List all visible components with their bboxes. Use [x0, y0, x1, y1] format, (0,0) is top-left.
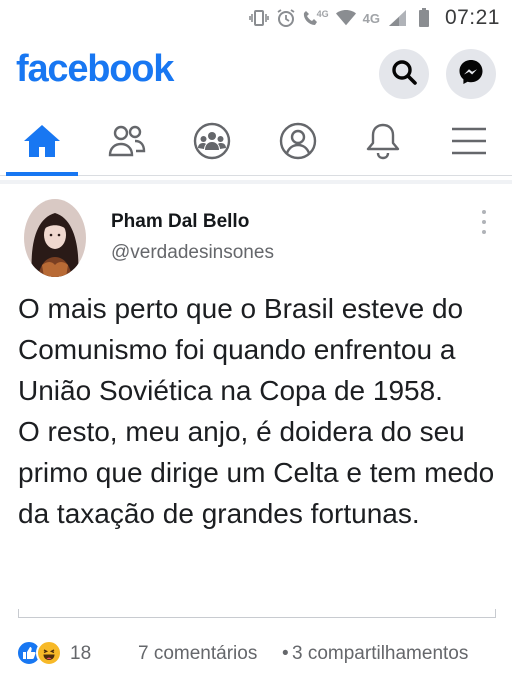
tab-menu[interactable] [433, 112, 505, 174]
post-card: Pham Dal Bello @verdadesinsones O mais p… [0, 184, 512, 624]
post-text: O mais perto que o Brasil esteve do Comu… [18, 288, 498, 534]
status-bar: 4G 4G 07:21 [0, 0, 512, 34]
tab-friends[interactable] [91, 112, 163, 174]
facebook-logo[interactable]: facebook [16, 48, 174, 91]
network-type-label-2: 4G [362, 10, 380, 26]
wifi-icon [335, 8, 356, 28]
notifications-icon [365, 121, 401, 166]
tweet-bottom-border [18, 609, 496, 618]
alarm-icon [276, 8, 296, 28]
groups-icon [192, 121, 232, 166]
haha-icon [36, 640, 62, 666]
footer-separator: • [282, 643, 289, 664]
post-footer: 18 7 comentários • 3 compartilhamentos [0, 636, 512, 672]
messenger-button[interactable] [446, 49, 496, 99]
search-button[interactable] [379, 49, 429, 99]
search-icon [391, 59, 417, 90]
reaction-count[interactable]: 18 [70, 643, 91, 665]
network-type-label: 4G [316, 9, 329, 19]
shares-count[interactable]: 3 compartilhamentos [292, 643, 468, 665]
tab-home[interactable] [6, 112, 78, 176]
tab-groups[interactable] [176, 112, 248, 174]
author-handle[interactable]: @verdadesinsones [111, 242, 274, 264]
main-nav [0, 112, 512, 176]
status-icons: 4G 4G 07:21 [248, 6, 500, 30]
avatar[interactable] [24, 199, 86, 277]
app-header: facebook [0, 42, 512, 102]
tab-profile[interactable] [262, 112, 334, 174]
vibrate-icon [248, 8, 269, 28]
profile-icon [278, 121, 318, 166]
volte-call-icon: 4G [303, 8, 329, 28]
home-icon [22, 123, 62, 164]
menu-icon [450, 126, 488, 161]
signal-icon [387, 8, 407, 28]
friends-icon [107, 123, 147, 164]
tab-notifications[interactable] [347, 112, 419, 174]
battery-icon [414, 8, 434, 28]
post-paragraph-2: O resto, meu anjo, é doidera do seu prim… [18, 416, 495, 529]
post-paragraph-1: O mais perto que o Brasil esteve do Comu… [18, 293, 464, 406]
author-name[interactable]: Pham Dal Bello [111, 211, 249, 233]
messenger-icon [457, 58, 485, 91]
reactions[interactable] [16, 640, 62, 666]
more-options-icon[interactable] [478, 210, 490, 234]
comments-count[interactable]: 7 comentários [138, 643, 257, 665]
clock: 07:21 [444, 6, 500, 29]
